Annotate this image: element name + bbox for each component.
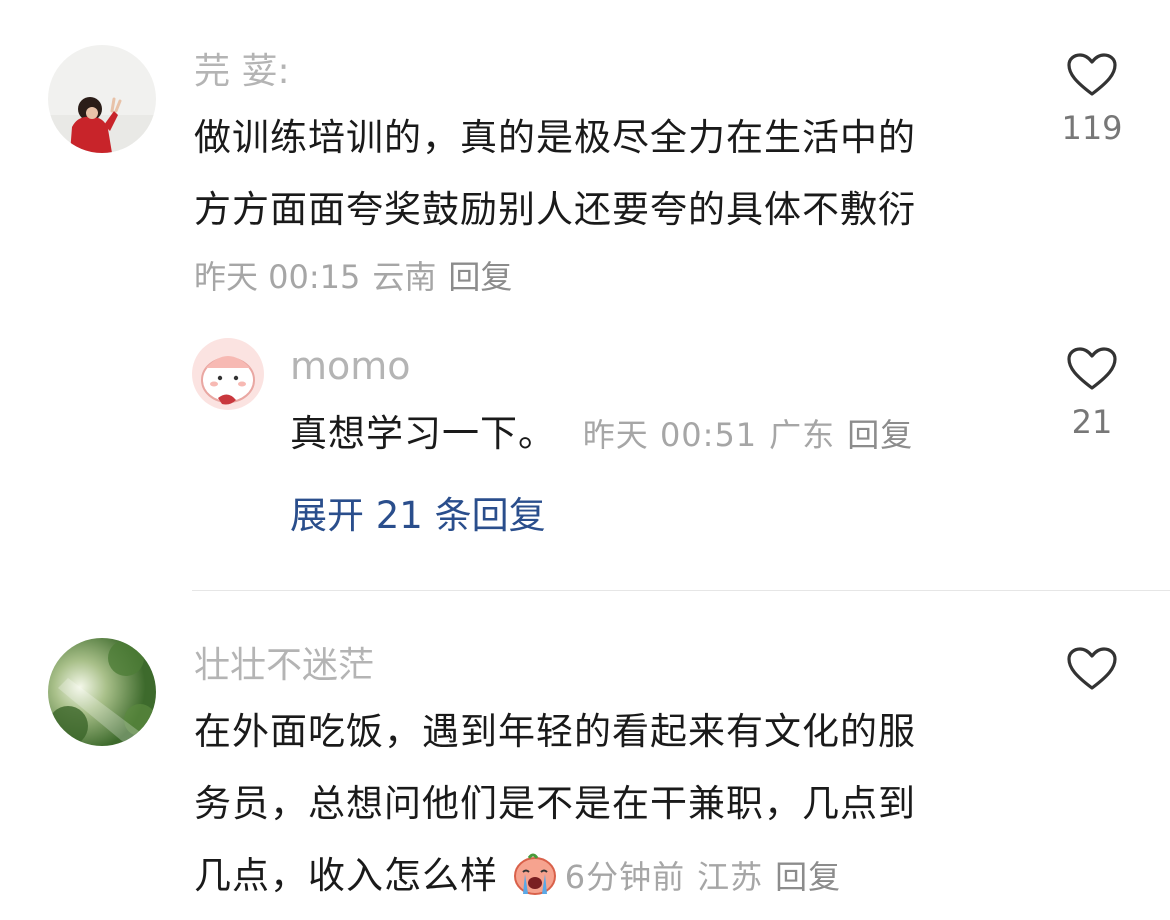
reply-text-row: 真想学习一下。 昨天 00:51 广东 回复 [290, 398, 925, 471]
avatar[interactable] [48, 45, 156, 153]
comment-time: 6分钟前 [564, 858, 686, 896]
reply-username[interactable]: momo [290, 346, 411, 386]
comment-text-last-line: 几点，收入怎么样 6分钟前 江苏 回复 [194, 840, 1024, 920]
comment-text-line: 务员，总想问他们是不是在干兼职，几点到 [194, 782, 916, 825]
divider [192, 590, 1170, 591]
like-button[interactable] [1052, 646, 1132, 696]
reply-button[interactable]: 回复 [775, 858, 841, 896]
comment-location: 云南 [372, 258, 437, 296]
comment-text: 在外面吃饭，遇到年轻的看起来有文化的服 务员，总想问他们是不是在干兼职，几点到 … [194, 696, 1024, 920]
avatar[interactable] [48, 638, 156, 746]
comment-item: 壮壮不迷茫 在外面吃饭，遇到年轻的看起来有文化的服 务员，总想问他们是不是在干兼… [0, 620, 1170, 915]
reply-meta: 昨天 00:51 广东 回复 [583, 416, 925, 454]
like-button[interactable]: 21 [1052, 346, 1132, 442]
reply-text: 真想学习一下。 [290, 412, 556, 455]
like-button[interactable]: 119 [1052, 52, 1132, 148]
person-red-jacket-avatar-icon [48, 45, 156, 153]
comment-text-line: 做训练培训的，真的是极尽全力在生活中的 [194, 116, 916, 159]
comment-text-line: 方方面面夸奖鼓励别人还要夸的具体不敷衍 [194, 188, 916, 231]
reply-location: 广东 [769, 416, 836, 454]
comment-meta: 昨天 00:15 云南 回复 [194, 252, 524, 298]
crying-emoji-icon [511, 848, 559, 920]
avatar[interactable] [192, 338, 264, 410]
comment-text-line: 在外面吃饭，遇到年轻的看起来有文化的服 [194, 710, 916, 753]
like-count: 21 [1071, 403, 1113, 441]
comment-text-line: 几点，收入怎么样 [194, 854, 498, 897]
comment-text: 做训练培训的，真的是极尽全力在生活中的 方方面面夸奖鼓励别人还要夸的具体不敷衍 [194, 102, 1024, 246]
comment-username[interactable]: 壮壮不迷茫 [194, 646, 374, 686]
reply-button[interactable]: 回复 [847, 416, 913, 454]
comment-username[interactable]: 芫 荽: [194, 52, 290, 92]
heart-outline-icon [1067, 347, 1117, 390]
reply-time: 昨天 00:51 [582, 416, 758, 454]
reply-item: momo 真想学习一下。 昨天 00:51 广东 回复 21 展开 21 条回复 [0, 330, 1170, 580]
forest-sunlight-avatar-icon [48, 638, 156, 746]
comment-location: 江苏 [697, 858, 764, 896]
pink-cartoon-avatar-icon [192, 338, 264, 410]
like-count: 119 [1061, 109, 1123, 147]
expand-replies-button[interactable]: 展开 21 条回复 [290, 494, 546, 538]
heart-outline-icon [1067, 647, 1117, 690]
comment-time: 昨天 00:15 [194, 258, 361, 296]
comment-item: 芫 荽: 做训练培训的，真的是极尽全力在生活中的 方方面面夸奖鼓励别人还要夸的具… [0, 0, 1170, 300]
heart-outline-icon [1067, 53, 1117, 96]
comment-meta: 6分钟前 江苏 回复 [565, 858, 853, 896]
reply-button[interactable]: 回复 [448, 258, 512, 296]
